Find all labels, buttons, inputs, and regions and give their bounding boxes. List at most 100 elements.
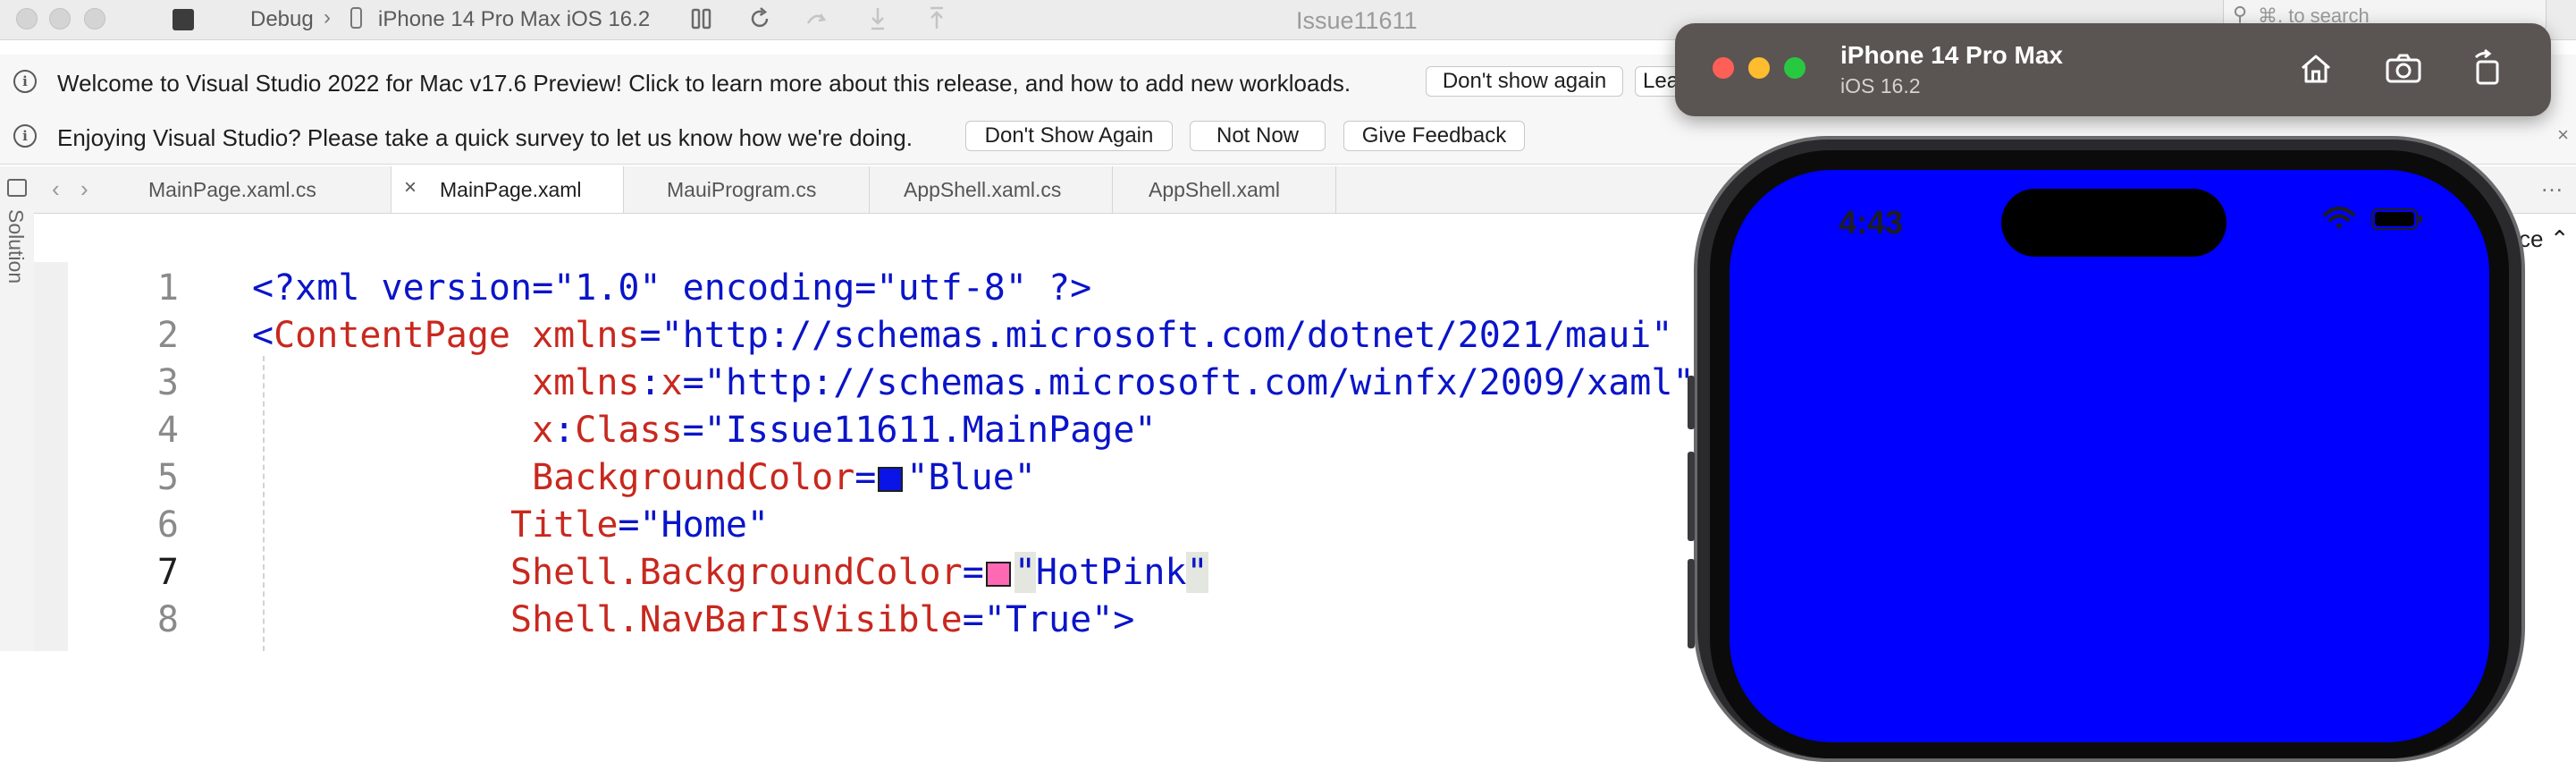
- close-survey-icon[interactable]: ×: [2557, 123, 2569, 147]
- xaml-value-token: HotPink: [1035, 552, 1187, 593]
- dont-show-again-button[interactable]: Don't show again: [1426, 66, 1623, 97]
- simulator-screen[interactable]: 4:43: [1730, 170, 2489, 742]
- xaml-value-token: ="True">: [962, 599, 1135, 640]
- code-line[interactable]: Title="Home": [252, 502, 769, 548]
- editor-margin: [34, 262, 68, 651]
- dynamic-island: [2001, 189, 2227, 257]
- breadcrumb-separator: ›: [324, 5, 331, 30]
- color-swatch[interactable]: [985, 562, 1011, 587]
- simulator-os-version: iOS 16.2: [1840, 74, 1921, 97]
- tab-appshell-xaml-cs[interactable]: AppShell.xaml.cs: [870, 166, 1113, 213]
- xaml-value-token: ="Home": [618, 504, 769, 546]
- device-icon: [350, 7, 362, 29]
- color-swatch[interactable]: [878, 467, 904, 492]
- pause-icon[interactable]: [690, 7, 713, 30]
- simulator-close-button[interactable]: [1713, 57, 1734, 79]
- solution-pad-strip[interactable]: Solution: [0, 166, 35, 651]
- line-number: 7: [156, 552, 179, 593]
- simulator-title-bar: iPhone 14 Pro Max iOS 16.2: [1675, 23, 2551, 116]
- step-over-icon[interactable]: [804, 7, 828, 30]
- xaml-value-token: =: [962, 552, 984, 593]
- xaml-value-token: <?xml version="1.0" encoding="utf-8" ?>: [252, 267, 1092, 309]
- code-line[interactable]: x:Class="Issue11611.MainPage": [252, 407, 1156, 453]
- tab-label: MauiProgram.cs: [667, 178, 817, 201]
- xaml-attribute-token: x: [252, 410, 554, 451]
- survey-message: Enjoying Visual Studio? Please take a qu…: [57, 124, 913, 151]
- xaml-attribute-token: BackgroundColor: [252, 457, 855, 498]
- solution-pad-label[interactable]: Solution: [4, 209, 28, 284]
- battery-icon: [2371, 208, 2422, 230]
- restart-icon[interactable]: [747, 6, 772, 31]
- welcome-message[interactable]: Welcome to Visual Studio 2022 for Mac v1…: [57, 70, 1351, 97]
- simulator-zoom-button[interactable]: [1784, 57, 1806, 79]
- tab-appshell-xaml[interactable]: AppShell.xaml: [1113, 166, 1336, 213]
- phone-action-button[interactable]: [1688, 376, 1695, 429]
- code-line[interactable]: <ContentPage xmlns="http://schemas.micro…: [252, 312, 1672, 359]
- xaml-value-token: =: [854, 457, 877, 498]
- give-feedback-button[interactable]: Give Feedback: [1343, 121, 1525, 151]
- xaml-value-token: :: [639, 362, 661, 403]
- tab-back-icon[interactable]: ‹: [52, 175, 60, 203]
- line-number: 2: [156, 315, 179, 356]
- window-title: Issue11611: [1296, 7, 1418, 34]
- screenshot-icon[interactable]: [2383, 48, 2424, 89]
- window-zoom-button[interactable]: [84, 8, 105, 30]
- tab-label: AppShell.xaml: [1149, 178, 1281, 201]
- code-line[interactable]: Shell.BackgroundColor= "HotPink": [252, 549, 1208, 596]
- xaml-attribute-token: xmlns: [510, 315, 640, 356]
- tab-forward-icon[interactable]: ›: [80, 175, 88, 203]
- window-minimize-button[interactable]: [49, 8, 71, 30]
- phone-volume-down-button[interactable]: [1688, 559, 1695, 648]
- tab-overflow-icon[interactable]: …: [2540, 170, 2563, 198]
- rotate-icon[interactable]: [2467, 48, 2508, 89]
- step-into-icon[interactable]: [867, 5, 888, 32]
- xaml-attribute-token: Shell.NavBarIsVisible: [252, 599, 963, 640]
- xaml-value-token: ="http://schemas.microsoft.com/dotnet/20…: [639, 315, 1673, 356]
- line-number: 6: [156, 504, 179, 546]
- stop-icon[interactable]: [173, 9, 194, 30]
- tab-mauiprogram-cs[interactable]: MauiProgram.cs: [624, 166, 870, 213]
- info-icon: i: [13, 124, 37, 148]
- simulator-minimize-button[interactable]: [1748, 57, 1770, 79]
- xaml-value-token: :: [553, 410, 576, 451]
- code-line[interactable]: BackgroundColor= "Blue": [252, 454, 1036, 501]
- solution-pad-icon[interactable]: [7, 179, 27, 197]
- xaml-attribute-token: Title: [252, 504, 619, 546]
- xaml-attribute-token: xmlns: [252, 362, 640, 403]
- tab-label: MainPage.xaml.cs: [148, 178, 316, 201]
- xaml-value-token: ="http://schemas.microsoft.com/winfx/200…: [682, 362, 1695, 403]
- xaml-value-token: ": [1014, 552, 1036, 593]
- window-close-button[interactable]: [16, 8, 38, 30]
- xaml-value-token: "Blue": [906, 457, 1036, 498]
- configuration-selector[interactable]: Debug: [250, 7, 314, 32]
- member-selector[interactable]: ce ⌃: [2519, 225, 2569, 253]
- not-now-button[interactable]: Not Now: [1190, 121, 1326, 151]
- tab-label: MainPage.xaml: [440, 178, 582, 201]
- line-number: 3: [156, 362, 179, 403]
- step-out-icon[interactable]: [926, 5, 947, 32]
- code-line[interactable]: Shell.NavBarIsVisible="True">: [252, 597, 1134, 643]
- home-icon[interactable]: [2295, 48, 2336, 89]
- xaml-attribute-token: Shell.BackgroundColor: [252, 552, 963, 593]
- tab-mainpage-xaml-cs[interactable]: MainPage.xaml.cs: [114, 166, 391, 213]
- status-bar-time: 4:43: [1839, 204, 1904, 241]
- wifi-icon: [2323, 207, 2355, 229]
- line-number: 5: [156, 457, 179, 498]
- code-line[interactable]: <?xml version="1.0" encoding="utf-8" ?>: [252, 265, 1091, 311]
- xaml-attribute-token: ContentPage: [274, 315, 510, 356]
- tab-mainpage-xaml[interactable]: × MainPage.xaml: [391, 166, 624, 213]
- xaml-value-token: <: [252, 315, 274, 356]
- tab-label: AppShell.xaml.cs: [904, 178, 1062, 201]
- line-number: 4: [156, 410, 179, 451]
- line-number: 8: [156, 599, 179, 640]
- code-line[interactable]: xmlns:x="http://schemas.microsoft.com/wi…: [252, 360, 1695, 406]
- xaml-value-token: ="Issue11611.MainPage": [682, 410, 1157, 451]
- xaml-value-token: ": [1186, 552, 1208, 593]
- phone-volume-up-button[interactable]: [1688, 452, 1695, 541]
- xaml-attribute-token: Class: [575, 410, 683, 451]
- close-tab-icon[interactable]: ×: [404, 175, 417, 200]
- dont-show-again-survey-button[interactable]: Don't Show Again: [965, 121, 1173, 151]
- line-number: 1: [156, 267, 179, 309]
- xaml-attribute-token: x: [661, 362, 683, 403]
- device-selector[interactable]: iPhone 14 Pro Max iOS 16.2: [378, 7, 650, 32]
